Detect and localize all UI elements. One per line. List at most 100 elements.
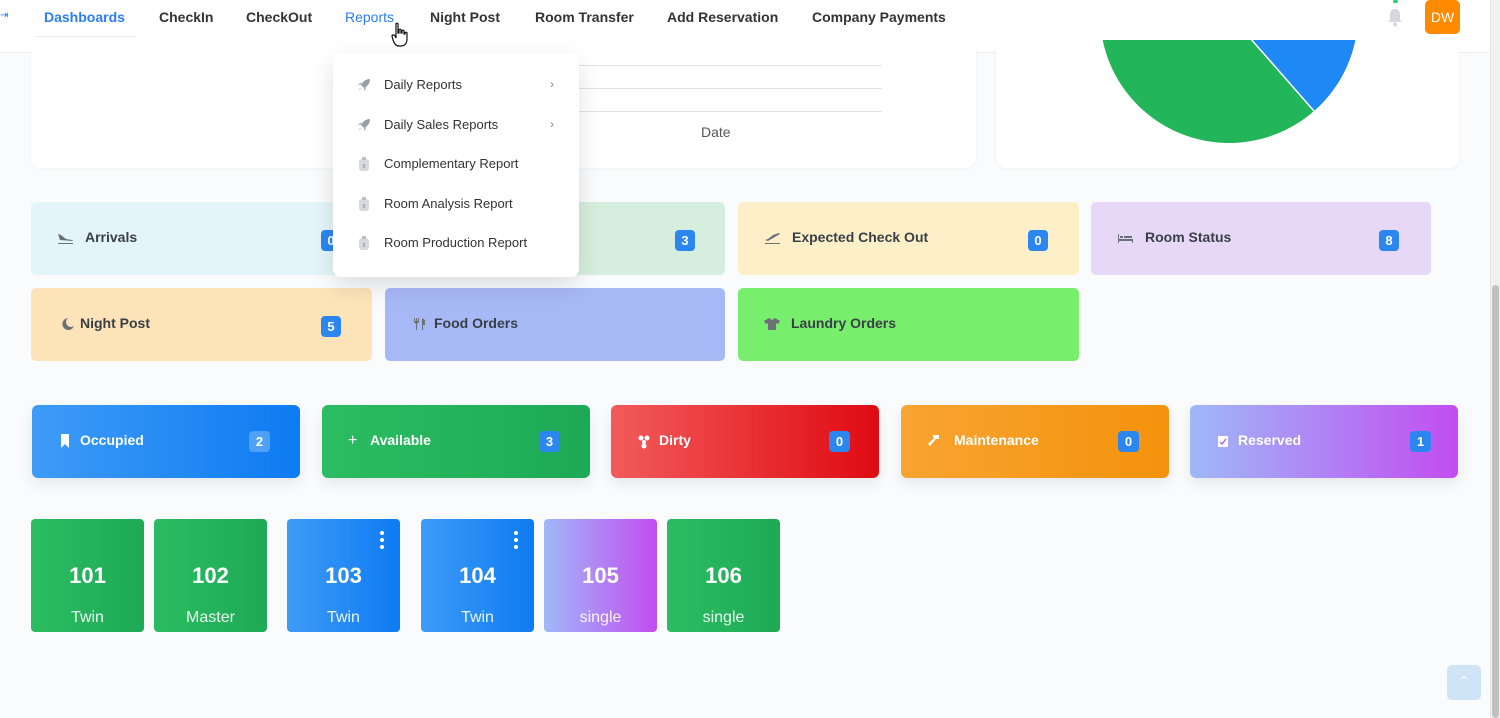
rocket-icon — [358, 119, 370, 131]
pie-chart-card — [996, 40, 1459, 168]
bookmark-icon — [61, 434, 69, 448]
document-icon: 8 — [359, 197, 369, 211]
chart-gridline — [578, 65, 882, 66]
tile-laundry-orders[interactable]: Laundry Orders — [738, 288, 1079, 361]
tile-label: Room Status — [1145, 229, 1232, 245]
chevron-right-icon: › — [550, 117, 554, 131]
count-badge: 0 — [829, 431, 850, 452]
room-type: single — [702, 609, 745, 626]
tile-label: Night Post — [80, 315, 150, 331]
notification-dot — [1393, 0, 1398, 3]
reports-dropdown-menu: Daily Reports › Daily Sales Reports › 8 … — [333, 53, 579, 277]
menu-item-room-analysis-report[interactable]: 8 Room Analysis Report — [333, 187, 579, 221]
count-badge: 0 — [1028, 230, 1048, 251]
status-reserved[interactable]: Reserved 1 — [1190, 405, 1458, 478]
menu-item-label: Room Production Report — [384, 235, 528, 250]
sidebar-toggle-icon[interactable]: ⇥ — [0, 10, 8, 22]
status-label: Maintenance — [954, 432, 1039, 448]
status-dirty[interactable]: Dirty 0 — [611, 405, 879, 478]
menu-item-complementary-report[interactable]: 8 Complementary Report — [333, 147, 579, 181]
status-label: Occupied — [80, 432, 144, 448]
menu-item-label: Daily Reports — [384, 77, 463, 92]
tile-expected-checkout[interactable]: Expected Check Out 0 — [738, 202, 1079, 275]
room-number: 103 — [325, 563, 362, 588]
pie-chart — [1102, 40, 1356, 143]
svg-text:8: 8 — [363, 243, 366, 249]
tile-food-orders[interactable]: Food Orders — [385, 288, 725, 361]
menu-item-label: Daily Sales Reports — [384, 117, 499, 132]
status-label: Reserved — [1238, 432, 1302, 448]
count-badge: 8 — [1379, 230, 1399, 251]
nav-night-post[interactable]: Night Post — [430, 9, 500, 25]
count-badge: 1 — [1410, 431, 1431, 452]
utensils-icon — [414, 318, 425, 330]
room-number: 104 — [459, 563, 496, 588]
nav-room-transfer[interactable]: Room Transfer — [535, 9, 634, 25]
nav-reports[interactable]: Reports — [345, 9, 394, 25]
chevron-up-icon: ⌃ — [1458, 673, 1470, 689]
room-number: 102 — [192, 563, 229, 588]
tile-label: Expected Check Out — [792, 229, 929, 245]
tile-arrivals[interactable]: Arrivals 0 — [31, 202, 372, 275]
room-card[interactable]: 103 Twin — [287, 519, 400, 632]
room-type: Twin — [461, 609, 494, 626]
nav-dashboards[interactable]: Dashboards — [44, 9, 125, 25]
menu-item-daily-sales-reports[interactable]: Daily Sales Reports › — [333, 108, 579, 142]
svg-text:8: 8 — [363, 164, 366, 170]
tile-label: Food Orders — [434, 315, 519, 331]
chevron-right-icon: › — [550, 77, 554, 91]
menu-item-label: Complementary Report — [384, 156, 519, 171]
room-number: 105 — [582, 563, 619, 588]
status-maintenance[interactable]: Maintenance 0 — [901, 405, 1169, 478]
nav-add-reservation[interactable]: Add Reservation — [667, 9, 778, 25]
tile-label: Laundry Orders — [791, 315, 897, 331]
room-type: Master — [186, 609, 235, 626]
status-available[interactable]: + Available 3 — [322, 405, 590, 478]
chart-x-axis-label: Date — [701, 124, 731, 140]
bed-icon — [1118, 234, 1133, 243]
room-card[interactable]: 104 Twin — [421, 519, 534, 632]
room-card[interactable]: 106 single — [667, 519, 780, 632]
scrollbar-thumb[interactable] — [1492, 285, 1499, 718]
kebab-menu-icon[interactable] — [379, 530, 385, 550]
status-occupied[interactable]: Occupied 2 — [32, 405, 300, 478]
count-badge: 5 — [321, 316, 341, 337]
kebab-menu-icon[interactable] — [513, 530, 519, 550]
nav-checkout[interactable]: CheckOut — [246, 9, 312, 25]
room-type: single — [579, 609, 622, 626]
scroll-to-top-button[interactable]: ⌃ — [1447, 665, 1481, 700]
room-number: 101 — [69, 563, 106, 588]
nav-company-payments[interactable]: Company Payments — [812, 9, 946, 25]
document-icon: 8 — [359, 157, 369, 171]
room-card[interactable]: 102 Master — [154, 519, 267, 632]
menu-item-room-production-report[interactable]: 8 Room Production Report — [333, 226, 579, 260]
room-number: 106 — [705, 563, 742, 588]
count-badge: 3 — [539, 431, 560, 452]
room-card[interactable]: 105 single — [544, 519, 657, 632]
moon-icon — [62, 318, 74, 330]
shirt-icon — [764, 318, 780, 330]
count-badge: 2 — [249, 431, 270, 452]
menu-item-daily-reports[interactable]: Daily Reports › — [333, 68, 579, 102]
bell-icon[interactable] — [1385, 6, 1405, 28]
room-type: Twin — [327, 609, 360, 626]
count-badge: 3 — [675, 230, 695, 251]
hammer-icon — [928, 435, 939, 446]
tile-night-post[interactable]: Night Post 5 — [31, 288, 372, 361]
tile-label: Arrivals — [85, 229, 138, 245]
rocket-icon — [358, 79, 370, 91]
user-avatar[interactable]: DW — [1425, 0, 1460, 34]
plane-arrival-icon — [58, 234, 73, 244]
plus-icon: + — [348, 432, 358, 449]
room-card[interactable]: 101 Twin — [31, 519, 144, 632]
status-label: Available — [370, 432, 431, 448]
status-label: Dirty — [659, 432, 691, 448]
nav-checkin[interactable]: CheckIn — [159, 9, 213, 25]
biohazard-icon — [638, 435, 650, 449]
count-badge: 0 — [1118, 431, 1139, 452]
active-nav-underline — [35, 36, 137, 37]
tile-room-status[interactable]: Room Status 8 — [1091, 202, 1431, 275]
chart-gridline — [578, 111, 882, 112]
calendar-check-icon — [1218, 436, 1228, 447]
room-type: Twin — [71, 609, 104, 626]
